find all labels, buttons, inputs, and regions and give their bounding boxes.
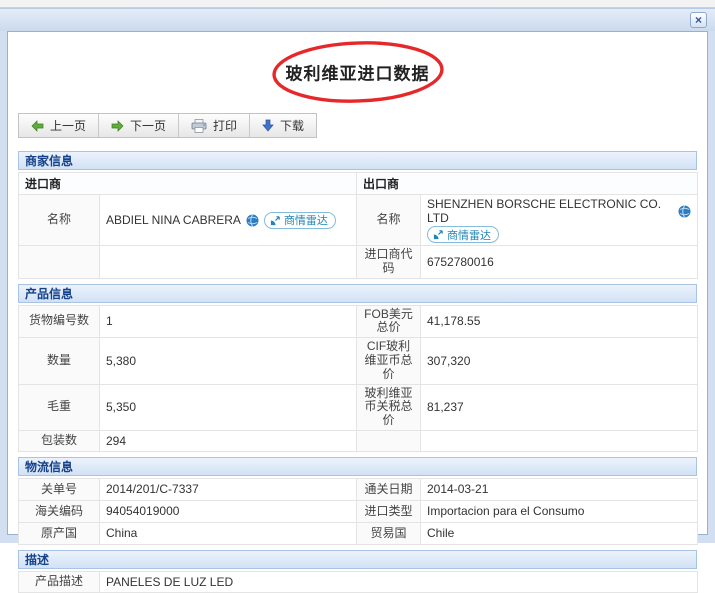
- fob-usd-value: 41,178.55: [420, 304, 698, 339]
- radar-badge-label: 商情雷达: [283, 215, 328, 227]
- arrow-right-green-icon: [111, 119, 124, 132]
- clearance-date-label: 通关日期: [356, 477, 421, 501]
- product-description-value: PANELES DE LUZ LED: [99, 570, 698, 593]
- globe-icon[interactable]: [678, 204, 691, 218]
- table-row: 货物编号数 1 FOB美元总价 41,178.55: [18, 304, 698, 339]
- download-button[interactable]: 下载: [250, 114, 316, 137]
- table-row: 数量 5,380 CIF玻利维亚币总价 307,320: [18, 337, 698, 385]
- import-type-label: 进口类型: [356, 499, 421, 523]
- table-row: 海关编码 94054019000 进口类型 Importacion para e…: [18, 499, 698, 523]
- cargo-count-value: 1: [99, 304, 357, 339]
- dialog-panel: 玻利维亚进口数据 上一页 下一页 打印 下载 商家信息 进口商 出口商 名称 A…: [7, 31, 708, 593]
- description-table: 产品描述 PANELES DE LUZ LED: [18, 570, 698, 593]
- page-top-strip: [0, 0, 715, 8]
- description-section-header: 描述: [18, 549, 697, 569]
- download-label: 下载: [280, 119, 305, 133]
- customs-doc-label: 关单号: [18, 477, 100, 501]
- tariff-total-label: 玻利维亚币关税总价: [356, 383, 421, 431]
- clearance-date-value: 2014-03-21: [420, 477, 698, 501]
- empty-label-cell: [356, 429, 421, 452]
- table-row: 关单号 2014/201/C-7337 通关日期 2014-03-21: [18, 477, 698, 501]
- hs-code-value: 94054019000: [99, 499, 357, 523]
- cif-total-label: CIF玻利维亚币总价: [356, 337, 421, 385]
- dialog-titlebar: ×: [0, 9, 715, 31]
- globe-icon[interactable]: [246, 213, 259, 227]
- description-section: 描述 产品描述 PANELES DE LUZ LED: [18, 549, 698, 593]
- importer-code-label: 进口商代码: [356, 245, 422, 279]
- trade-country-value: Chile: [420, 521, 698, 545]
- importer-name-value: ABDIEL NINA CABRERA: [106, 213, 241, 227]
- quantity-value: 5,380: [99, 337, 357, 385]
- empty-label-cell: [18, 245, 100, 279]
- merchant-section-header: 商家信息: [18, 151, 697, 170]
- exporter-radar-badge[interactable]: 商情雷达: [427, 226, 500, 243]
- hs-code-label: 海关编码: [18, 499, 100, 523]
- importer-name-label: 名称: [18, 194, 100, 246]
- toolbar: 上一页 下一页 打印 下载: [18, 113, 318, 138]
- prev-page-button[interactable]: 上一页: [19, 114, 100, 137]
- product-description-label: 产品描述: [18, 570, 100, 593]
- package-count-value: 294: [99, 429, 357, 452]
- gross-weight-value: 5,350: [99, 383, 357, 431]
- print-label: 打印: [213, 119, 238, 133]
- table-row: 产品描述 PANELES DE LUZ LED: [18, 570, 698, 593]
- title-area: 玻利维亚进口数据: [18, 40, 697, 104]
- package-count-label: 包装数: [18, 429, 100, 452]
- merchant-table: 进口商 出口商 名称 ABDIEL NINA CABRERA 商情雷达 名称 S…: [17, 172, 699, 279]
- table-row: 原产国 China 贸易国 Chile: [18, 521, 698, 545]
- merchant-section: 商家信息 进口商 出口商 名称 ABDIEL NINA CABRERA 商情雷达…: [17, 151, 699, 279]
- table-row: 包装数 294: [18, 429, 698, 452]
- next-page-button[interactable]: 下一页: [99, 114, 180, 137]
- logistics-table: 关单号 2014/201/C-7337 通关日期 2014-03-21 海关编码…: [18, 477, 698, 545]
- arrow-down-blue-icon: [262, 119, 274, 132]
- radar-icon: [270, 215, 280, 225]
- close-icon: ×: [694, 13, 702, 27]
- import-type-value: Importacion para el Consumo: [420, 499, 698, 523]
- gross-weight-label: 毛重: [18, 383, 100, 431]
- trade-country-label: 贸易国: [356, 521, 421, 545]
- exporter-name-cell: SHENZHEN BORSCHE ELECTRONIC CO. LTD 商情雷达: [420, 194, 699, 246]
- close-button[interactable]: ×: [690, 12, 707, 28]
- dialog-window: × 玻利维亚进口数据 上一页 下一页 打印 下载 商家信息 进口商 出口商 名称…: [0, 8, 715, 593]
- print-button[interactable]: 打印: [179, 114, 251, 137]
- radar-icon: [433, 230, 443, 240]
- customs-doc-value: 2014/201/C-7337: [99, 477, 357, 501]
- exporter-header-cell: 出口商: [356, 172, 699, 195]
- table-row: 进口商代码 6752780016: [18, 245, 699, 279]
- logistics-section-header: 物流信息: [18, 456, 697, 476]
- origin-country-label: 原产国: [18, 521, 100, 545]
- product-table: 货物编号数 1 FOB美元总价 41,178.55 数量 5,380 CIF玻利…: [18, 304, 698, 452]
- fob-usd-label: FOB美元总价: [356, 304, 421, 339]
- importer-code-value: 6752780016: [420, 245, 699, 279]
- prev-page-label: 上一页: [50, 119, 87, 133]
- next-page-label: 下一页: [130, 119, 167, 133]
- table-row: 进口商 出口商: [17, 172, 699, 195]
- product-section-header: 产品信息: [18, 283, 697, 303]
- arrow-left-green-icon: [31, 119, 44, 132]
- table-row: 名称 ABDIEL NINA CABRERA 商情雷达 名称 SHENZHEN …: [18, 194, 699, 246]
- importer-radar-badge[interactable]: 商情雷达: [263, 211, 336, 229]
- logistics-section: 物流信息 关单号 2014/201/C-7337 通关日期 2014-03-21…: [18, 456, 698, 545]
- empty-value-cell: [420, 429, 698, 452]
- exporter-name-value: SHENZHEN BORSCHE ELECTRONIC CO. LTD: [427, 197, 662, 225]
- quantity-label: 数量: [18, 337, 100, 385]
- empty-value-cell: [98, 245, 358, 279]
- origin-country-value: China: [99, 521, 357, 545]
- importer-header-cell: 进口商: [17, 172, 358, 195]
- tariff-total-value: 81,237: [420, 383, 698, 431]
- product-section: 产品信息 货物编号数 1 FOB美元总价 41,178.55 数量 5,380 …: [18, 283, 698, 452]
- page-title: 玻利维亚进口数据: [285, 64, 430, 84]
- importer-name-cell: ABDIEL NINA CABRERA 商情雷达: [98, 194, 358, 246]
- cargo-count-label: 货物编号数: [18, 304, 100, 339]
- table-row: 毛重 5,350 玻利维亚币关税总价 81,237: [18, 383, 698, 431]
- cif-total-value: 307,320: [420, 337, 698, 385]
- printer-icon: [191, 118, 207, 133]
- radar-badge-label: 商情雷达: [447, 229, 492, 242]
- exporter-name-label: 名称: [356, 194, 422, 246]
